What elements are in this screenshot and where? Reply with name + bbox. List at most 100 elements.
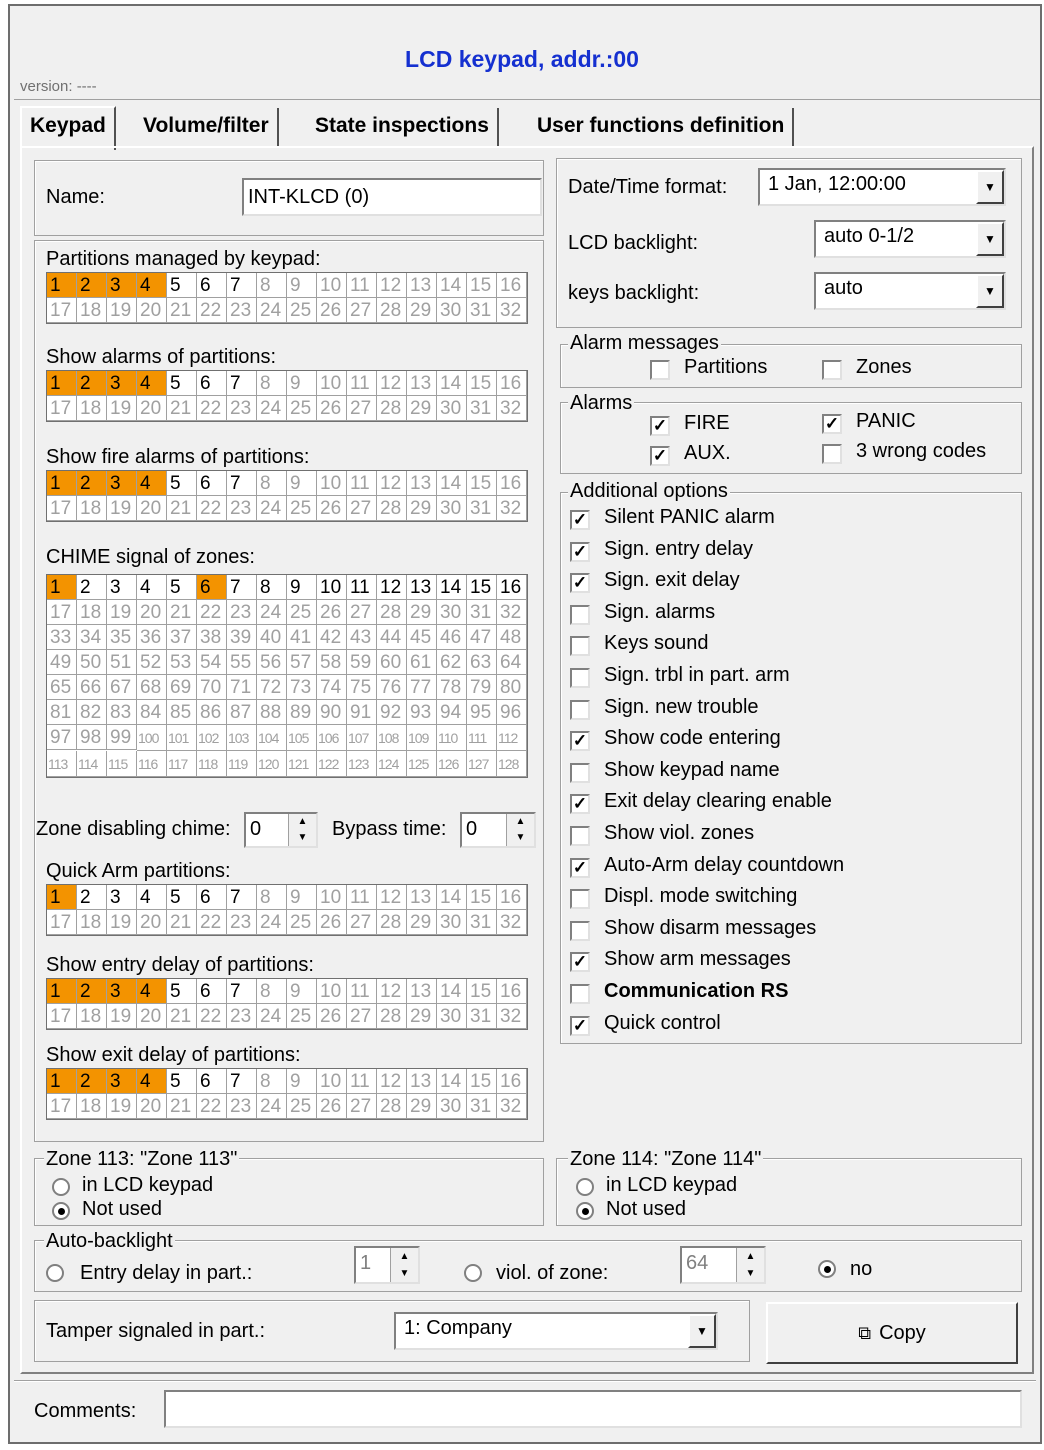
partition-cell-20[interactable]: 20 xyxy=(137,1004,167,1029)
partition-cell-5[interactable]: 5 xyxy=(167,885,197,910)
chime-zone-cell-70[interactable]: 70 xyxy=(197,675,227,700)
chime-zone-cell-47[interactable]: 47 xyxy=(467,625,497,650)
partition-cell-4[interactable]: 4 xyxy=(137,885,167,910)
partition-cell-13[interactable]: 13 xyxy=(407,371,437,396)
partition-cell-29[interactable]: 29 xyxy=(407,396,437,421)
chime-zone-cell-8[interactable]: 8 xyxy=(257,575,287,600)
partition-cell-15[interactable]: 15 xyxy=(467,273,497,298)
partition-cell-24[interactable]: 24 xyxy=(257,496,287,521)
chime-zone-cell-48[interactable]: 48 xyxy=(497,625,527,650)
partition-cell-16[interactable]: 16 xyxy=(497,979,527,1004)
chime-zone-cell-68[interactable]: 68 xyxy=(137,675,167,700)
partition-cell-3[interactable]: 3 xyxy=(107,371,137,396)
chime-zone-cell-29[interactable]: 29 xyxy=(407,600,437,625)
partition-cell-25[interactable]: 25 xyxy=(287,496,317,521)
alarm-panic-checkbox[interactable]: ✓ xyxy=(822,414,842,434)
partition-cell-3[interactable]: 3 xyxy=(107,979,137,1004)
partition-cell-28[interactable]: 28 xyxy=(377,1004,407,1029)
chime-zone-cell-93[interactable]: 93 xyxy=(407,700,437,725)
partition-cell-26[interactable]: 26 xyxy=(317,496,347,521)
chime-zone-cell-54[interactable]: 54 xyxy=(197,650,227,675)
lcd-backlight-select[interactable]: auto 0-1/2 ▼ xyxy=(814,220,1006,258)
partition-cell-1[interactable]: 1 xyxy=(47,273,77,298)
chime-zone-cell-25[interactable]: 25 xyxy=(287,600,317,625)
chime-zone-cell-10[interactable]: 10 xyxy=(317,575,347,600)
partition-cell-23[interactable]: 23 xyxy=(227,396,257,421)
partition-cell-4[interactable]: 4 xyxy=(137,371,167,396)
chime-zone-cell-76[interactable]: 76 xyxy=(377,675,407,700)
partition-cell-19[interactable]: 19 xyxy=(107,496,137,521)
chime-zone-cell-36[interactable]: 36 xyxy=(137,625,167,650)
partition-cell-25[interactable]: 25 xyxy=(287,298,317,323)
alarm-msg-partitions-checkbox[interactable] xyxy=(650,360,670,380)
chime-zone-cell-58[interactable]: 58 xyxy=(317,650,347,675)
chime-zone-cell-31[interactable]: 31 xyxy=(467,600,497,625)
partition-cell-12[interactable]: 12 xyxy=(377,371,407,396)
partition-cell-27[interactable]: 27 xyxy=(347,396,377,421)
chime-zone-cell-84[interactable]: 84 xyxy=(137,700,167,725)
zone-disabling-chime-spinner[interactable]: 0 ▲ ▼ xyxy=(244,812,318,848)
partition-cell-30[interactable]: 30 xyxy=(437,910,467,935)
partition-cell-2[interactable]: 2 xyxy=(77,471,107,496)
partition-cell-24[interactable]: 24 xyxy=(257,1004,287,1029)
chime-zone-cell-27[interactable]: 27 xyxy=(347,600,377,625)
chime-zone-cell-55[interactable]: 55 xyxy=(227,650,257,675)
partition-cell-22[interactable]: 22 xyxy=(197,910,227,935)
partition-cell-13[interactable]: 13 xyxy=(407,885,437,910)
partition-cell-28[interactable]: 28 xyxy=(377,1094,407,1119)
partition-cell-15[interactable]: 15 xyxy=(467,471,497,496)
partition-cell-12[interactable]: 12 xyxy=(377,885,407,910)
partition-cell-14[interactable]: 14 xyxy=(437,273,467,298)
chime-zone-cell-69[interactable]: 69 xyxy=(167,675,197,700)
tab-user-functions-definition[interactable]: User functions definition xyxy=(529,108,795,146)
chime-zone-cell-49[interactable]: 49 xyxy=(47,650,77,675)
name-input[interactable]: INT-KLCD (0) xyxy=(242,178,542,216)
partition-cell-7[interactable]: 7 xyxy=(227,371,257,396)
chime-zone-cell-120[interactable]: 120 xyxy=(257,751,287,777)
option-17-checkbox[interactable]: ✓ xyxy=(570,1015,590,1036)
partition-cell-17[interactable]: 17 xyxy=(47,496,77,521)
partition-cell-15[interactable]: 15 xyxy=(467,885,497,910)
partition-cell-5[interactable]: 5 xyxy=(167,273,197,298)
partition-cell-18[interactable]: 18 xyxy=(77,298,107,323)
partition-cell-29[interactable]: 29 xyxy=(407,298,437,323)
chime-zone-cell-89[interactable]: 89 xyxy=(287,700,317,725)
keys-backlight-select[interactable]: auto ▼ xyxy=(814,272,1006,310)
partition-cell-6[interactable]: 6 xyxy=(197,1069,227,1094)
partition-cell-13[interactable]: 13 xyxy=(407,979,437,1004)
datetime-format-select[interactable]: 1 Jan, 12:00:00 ▼ xyxy=(758,168,1006,206)
chime-zone-cell-123[interactable]: 123 xyxy=(347,751,377,777)
chime-zone-cell-20[interactable]: 20 xyxy=(137,600,167,625)
partition-cell-18[interactable]: 18 xyxy=(77,396,107,421)
partition-cell-27[interactable]: 27 xyxy=(347,298,377,323)
partition-cell-3[interactable]: 3 xyxy=(107,471,137,496)
partition-cell-15[interactable]: 15 xyxy=(467,1069,497,1094)
comments-input[interactable] xyxy=(164,1390,1022,1428)
partition-cell-1[interactable]: 1 xyxy=(47,885,77,910)
tamper-partition-select[interactable]: 1: Company ▼ xyxy=(394,1312,718,1350)
chime-zone-cell-37[interactable]: 37 xyxy=(167,625,197,650)
chime-zone-cell-65[interactable]: 65 xyxy=(47,675,77,700)
partition-cell-29[interactable]: 29 xyxy=(407,910,437,935)
chime-zone-cell-71[interactable]: 71 xyxy=(227,675,257,700)
zone-114-lcd-radio[interactable] xyxy=(576,1178,594,1196)
partition-cell-26[interactable]: 26 xyxy=(317,910,347,935)
partition-cell-30[interactable]: 30 xyxy=(437,496,467,521)
partition-cell-28[interactable]: 28 xyxy=(377,910,407,935)
chime-zone-cell-125[interactable]: 125 xyxy=(407,751,437,777)
partition-cell-21[interactable]: 21 xyxy=(167,396,197,421)
partition-cell-23[interactable]: 23 xyxy=(227,910,257,935)
partition-cell-30[interactable]: 30 xyxy=(437,1004,467,1029)
partition-cell-5[interactable]: 5 xyxy=(167,1069,197,1094)
chime-zone-cell-75[interactable]: 75 xyxy=(347,675,377,700)
partition-cell-15[interactable]: 15 xyxy=(467,979,497,1004)
tab-keypad[interactable]: Keypad xyxy=(20,106,116,150)
partition-cell-21[interactable]: 21 xyxy=(167,298,197,323)
chime-zone-cell-67[interactable]: 67 xyxy=(107,675,137,700)
chime-zone-cell-106[interactable]: 106 xyxy=(317,725,347,751)
partition-cell-24[interactable]: 24 xyxy=(257,298,287,323)
chime-zone-cell-128[interactable]: 128 xyxy=(497,751,527,777)
partition-cell-3[interactable]: 3 xyxy=(107,1069,137,1094)
partition-cell-31[interactable]: 31 xyxy=(467,298,497,323)
chime-zone-cell-39[interactable]: 39 xyxy=(227,625,257,650)
